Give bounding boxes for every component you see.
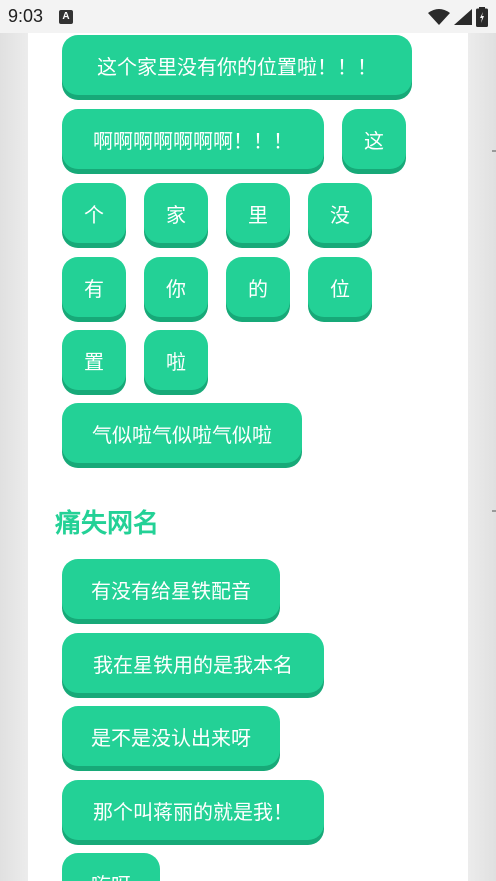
edge-mark <box>492 150 496 152</box>
notification-icon: A <box>59 9 74 24</box>
section-phrase-button[interactable]: 有没有给星铁配音 <box>62 559 280 619</box>
char-button[interactable]: 啦 <box>144 330 208 390</box>
right-gutter <box>468 33 496 881</box>
signal-icon <box>454 8 472 25</box>
char-button[interactable]: 家 <box>144 183 208 243</box>
left-gutter <box>0 33 28 881</box>
status-bar: 9:03 A <box>0 0 496 33</box>
char-button[interactable]: 有 <box>62 257 126 317</box>
phrase-button[interactable]: 这个家里没有你的位置啦！！！ <box>62 35 412 95</box>
content-card: 这个家里没有你的位置啦！！！ 啊啊啊啊啊啊啊！！！ 这 个 家 里 没 有 你 … <box>28 33 468 881</box>
char-button[interactable]: 位 <box>308 257 372 317</box>
char-button[interactable]: 里 <box>226 183 290 243</box>
char-button[interactable]: 你 <box>144 257 208 317</box>
char-button[interactable]: 的 <box>226 257 290 317</box>
section-title: 痛失网名 <box>55 509 160 539</box>
status-time: 9:03 <box>8 6 44 26</box>
char-button[interactable]: 置 <box>62 330 126 390</box>
section-phrase-button[interactable]: 是不是没认出来呀 <box>62 706 280 766</box>
edge-mark <box>492 510 496 512</box>
section-phrase-button[interactable]: 我在星铁用的是我本名 <box>62 633 324 693</box>
char-button[interactable]: 没 <box>308 183 372 243</box>
battery-icon <box>476 6 488 27</box>
wifi-icon <box>428 8 450 25</box>
section-phrase-button[interactable]: 那个叫蒋丽的就是我！ <box>62 780 324 840</box>
phrase-button[interactable]: 气似啦气似啦气似啦 <box>62 403 302 463</box>
phrase-button[interactable]: 啊啊啊啊啊啊啊！！！ <box>62 109 324 169</box>
char-button[interactable]: 这 <box>342 109 406 169</box>
section-phrase-button[interactable]: 嗨呀 <box>62 853 160 881</box>
char-button[interactable]: 个 <box>62 183 126 243</box>
status-icons <box>428 6 488 27</box>
